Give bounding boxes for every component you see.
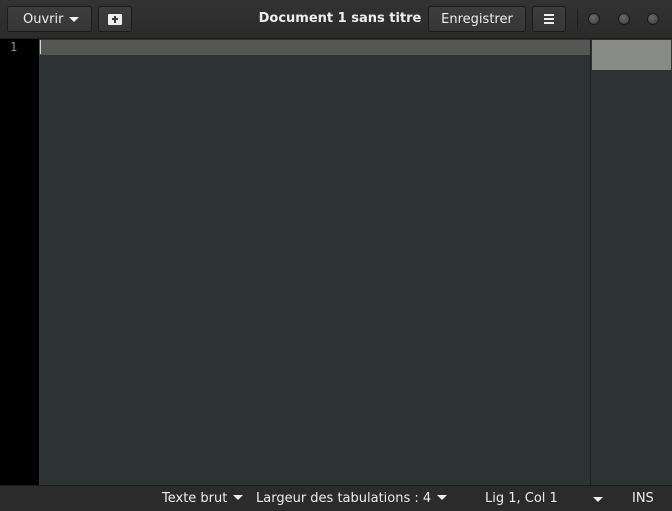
new-document-button[interactable]	[98, 6, 132, 32]
insert-mode-indicator: INS	[632, 491, 654, 506]
open-button[interactable]: Ouvrir	[7, 6, 92, 32]
menu-button[interactable]	[532, 6, 566, 32]
text-caret	[40, 40, 41, 54]
text-editor[interactable]	[39, 39, 590, 485]
window-title: Document 1 sans titre	[258, 11, 422, 26]
chevron-down-icon	[437, 495, 448, 500]
status-bar: Texte brut Largeur des tabulations : 4 L…	[0, 485, 672, 511]
chevron-down-icon	[233, 495, 244, 500]
minimap[interactable]	[590, 39, 672, 485]
language-label: Texte brut	[162, 491, 228, 506]
open-button-label: Ouvrir	[23, 11, 64, 27]
cursor-position[interactable]: Lig 1, Col 1	[485, 491, 558, 506]
tab-width-selector[interactable]: Largeur des tabulations : 4	[256, 491, 448, 506]
maximize-button[interactable]	[618, 13, 630, 25]
tab-width-label: Largeur des tabulations : 4	[256, 491, 432, 506]
language-selector[interactable]: Texte brut	[162, 491, 244, 506]
header-separator	[577, 10, 578, 29]
current-line-highlight	[39, 40, 590, 55]
hamburger-menu-icon	[544, 14, 554, 16]
line-number-gutter: 1	[0, 39, 39, 485]
new-document-icon	[108, 13, 122, 25]
line-number: 1	[10, 40, 18, 54]
header-bar: Ouvrir Document 1 sans titre Enregistrer	[0, 0, 672, 39]
chevron-down-icon[interactable]	[593, 497, 603, 502]
minimize-button[interactable]	[588, 13, 600, 25]
minimap-viewport[interactable]	[592, 40, 671, 70]
chevron-down-icon	[69, 17, 79, 22]
close-button[interactable]	[647, 13, 659, 25]
save-button[interactable]: Enregistrer	[428, 6, 526, 32]
